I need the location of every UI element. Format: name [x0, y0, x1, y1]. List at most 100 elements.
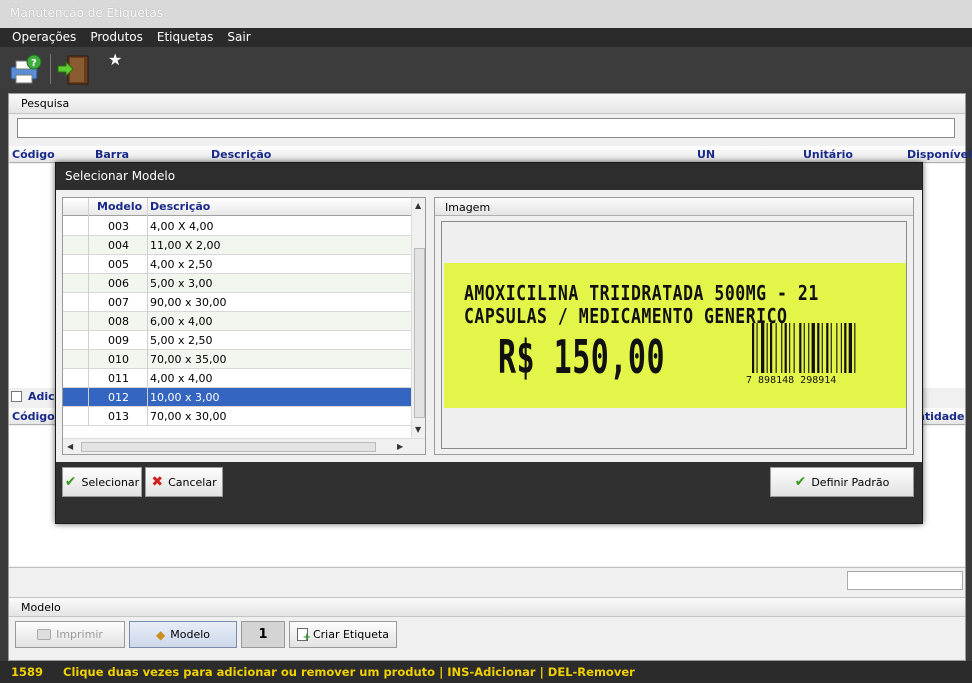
checkmark-icon-2: ✔: [794, 474, 807, 490]
create-label-button[interactable]: + Criar Etiqueta: [289, 621, 397, 648]
barcode-bar: [770, 323, 773, 373]
status-code: 1589: [11, 665, 44, 679]
barcode-bar: [836, 323, 838, 373]
hscroll-thumb[interactable]: [81, 442, 376, 452]
products-grid-header: Código Barra Descrição UN Unitário Dispo…: [9, 146, 972, 163]
copies-field[interactable]: 1: [241, 621, 285, 648]
print-button-label: Imprimir: [56, 628, 103, 641]
model-row[interactable]: 004 11,00 X 2,00: [63, 236, 411, 255]
print-button[interactable]: Imprimir: [15, 621, 125, 648]
col-descricao[interactable]: Descrição: [211, 148, 271, 161]
print-help-button[interactable]: ?: [8, 53, 42, 85]
select-model-dialog: Selecionar Modelo Modelo Descrição 003 4,…: [55, 162, 923, 524]
model-row[interactable]: 005 4,00 x 2,50: [63, 255, 411, 274]
model-description: 5,00 x 3,00: [150, 277, 213, 290]
barcode-bar: [761, 323, 765, 373]
model-section-header: Modelo: [9, 597, 965, 617]
dialog-body: Modelo Descrição 003 4,00 X 4,00 004 11,00 …: [56, 190, 922, 462]
col-disponivel[interactable]: Disponível: [907, 148, 972, 161]
model-row[interactable]: 006 5,00 x 3,00: [63, 274, 411, 293]
cancel-button[interactable]: ✖ Cancelar: [145, 467, 223, 497]
scroll-down-icon[interactable]: ▼: [415, 425, 421, 434]
model-description: 11,00 X 2,00: [150, 239, 221, 252]
select-button[interactable]: ✔ Selecionar: [62, 467, 142, 497]
set-default-button-label: Definir Padrão: [811, 475, 890, 489]
menu-produtos[interactable]: Produtos: [90, 28, 143, 47]
window-title: Manutenção de Etiquetas: [0, 0, 972, 28]
checkmark-icon: ✔: [64, 474, 77, 490]
barcode-bar: [766, 323, 768, 373]
vertical-scrollbar[interactable]: ▲ ▼: [411, 198, 425, 438]
status-bar: 1589 Clique duas vezes para adicionar ou…: [0, 661, 972, 683]
label-line1: AMOXICILINA TRIIDRATADA 500MG - 21: [464, 281, 819, 305]
model-code: 009: [108, 334, 129, 347]
col-quantidade[interactable]: ntidade: [917, 410, 965, 423]
model-code: 007: [108, 296, 129, 309]
model-row[interactable]: 003 4,00 X 4,00: [63, 217, 411, 236]
barcode-digits: 7 898148 298914: [746, 375, 837, 386]
tag-icon: ◆: [156, 627, 166, 642]
scroll-thumb[interactable]: [414, 248, 425, 418]
barcode-bar: [756, 323, 758, 373]
barcode-bar: [803, 323, 805, 373]
status-message: Clique duas vezes para adicionar ou remo…: [63, 665, 635, 679]
label-price: R$ 150,00: [498, 331, 666, 386]
model-row[interactable]: 012 10,00 x 3,00: [63, 388, 411, 407]
svg-text:?: ?: [31, 58, 37, 69]
model-description: 70,00 x 35,00: [150, 353, 227, 366]
model-row[interactable]: 008 6,00 x 4,00: [63, 312, 411, 331]
image-panel: Imagem AMOXICILINA TRIIDRATADA 500MG - 2…: [434, 197, 914, 455]
col-descricao-modelo[interactable]: Descrição: [150, 200, 210, 213]
model-row[interactable]: 009 5,00 x 2,50: [63, 331, 411, 350]
model-row[interactable]: 011 4,00 x 4,00: [63, 369, 411, 388]
model-code: 013: [108, 410, 129, 423]
horizontal-scrollbar[interactable]: ◀ ▶: [63, 438, 425, 454]
model-description: 4,00 X 4,00: [150, 220, 214, 233]
scroll-left-icon[interactable]: ◀: [67, 442, 73, 451]
dialog-footer: ✔ Selecionar ✖ Cancelar ✔ Definir Padrão: [56, 462, 922, 507]
barcode-bar: [821, 323, 823, 373]
total-field: [847, 571, 963, 590]
menu-sair[interactable]: Sair: [227, 28, 250, 47]
barcode-bar: [775, 323, 777, 373]
model-code: 011: [108, 372, 129, 385]
totals-bar: [9, 567, 965, 591]
scroll-up-icon[interactable]: ▲: [415, 201, 421, 210]
col-codigo-2[interactable]: Código: [12, 410, 55, 423]
col-barra[interactable]: Barra: [95, 148, 129, 161]
col-un[interactable]: UN: [697, 148, 715, 161]
model-button[interactable]: ◆ Modelo: [129, 621, 237, 648]
menu-operacoes[interactable]: Operações: [12, 28, 76, 47]
model-row[interactable]: 010 70,00 x 35,00: [63, 350, 411, 369]
model-button-label: Modelo: [170, 628, 210, 641]
create-label-button-label: Criar Etiqueta: [312, 628, 390, 641]
add-checkbox[interactable]: [11, 391, 22, 402]
col-codigo[interactable]: Código: [12, 148, 55, 161]
model-grid[interactable]: Modelo Descrição 003 4,00 X 4,00 004 11,00 …: [62, 197, 426, 455]
model-grid-header: Modelo Descrição: [63, 198, 411, 216]
barcode-bar: [784, 323, 787, 373]
barcode-bar: [844, 323, 847, 373]
set-default-button[interactable]: ✔ Definir Padrão: [770, 467, 914, 497]
col-modelo[interactable]: Modelo: [97, 200, 142, 213]
exit-button[interactable]: [56, 53, 90, 85]
menu-etiquetas[interactable]: Etiquetas: [157, 28, 214, 47]
model-row[interactable]: 007 90,00 x 30,00: [63, 293, 411, 312]
search-header: Pesquisa: [9, 94, 965, 114]
search-input[interactable]: [17, 118, 955, 138]
model-row[interactable]: 013 70,00 x 30,00: [63, 407, 411, 426]
model-code: 005: [108, 258, 129, 271]
cancel-x-icon: ✖: [151, 474, 164, 490]
model-description: 10,00 x 3,00: [150, 391, 220, 404]
model-description: 5,00 x 2,50: [150, 334, 213, 347]
image-header: Imagem: [435, 198, 913, 216]
col-unitario[interactable]: Unitário: [803, 148, 853, 161]
barcode-bar: [793, 323, 795, 373]
barcode-bar: [817, 323, 820, 373]
star-icon[interactable]: ★: [108, 50, 122, 69]
barcode-bar: [848, 323, 852, 373]
scroll-right-icon[interactable]: ▶: [397, 442, 403, 451]
toolbar: ? ★: [0, 47, 972, 90]
model-description: 70,00 x 30,00: [150, 410, 227, 423]
barcode-bar: [789, 323, 791, 373]
